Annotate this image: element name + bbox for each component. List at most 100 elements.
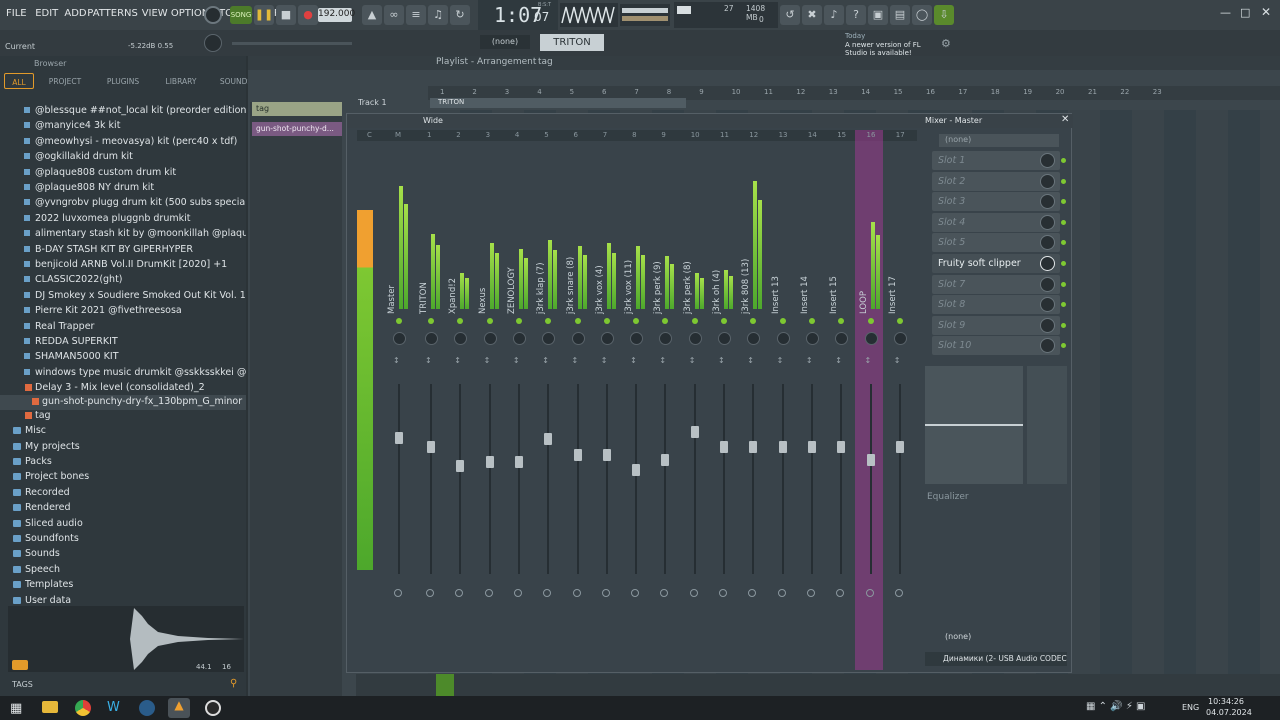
browser-item[interactable]: 2022 luvxomea pluggnb drumkit [0, 212, 246, 227]
browser-folder[interactable]: Misc [0, 424, 246, 439]
stereo-arrows-icon[interactable]: ↕ [894, 356, 901, 365]
chrome-icon[interactable] [75, 700, 91, 716]
browser-item[interactable]: alimentary stash kit by @moonkillah @pla… [0, 227, 246, 242]
file-explorer-icon[interactable] [42, 701, 58, 713]
menu-file[interactable]: FILE [6, 8, 27, 19]
slot-mix-knob[interactable] [1040, 276, 1055, 292]
stereo-arrows-icon[interactable]: ↕ [425, 356, 432, 365]
mute-led[interactable] [691, 318, 698, 324]
stereo-arrows-icon[interactable]: ↕ [454, 356, 461, 365]
eq-graph[interactable] [925, 366, 1023, 484]
preset-selector[interactable]: (none) [939, 134, 1059, 147]
slot-enable-led[interactable] [1061, 322, 1066, 328]
browser-item[interactable]: @manyice4 3k kit [0, 119, 246, 134]
song-mode-toggle[interactable]: SONG [230, 6, 252, 24]
volume-fader[interactable] [573, 449, 582, 461]
volume-fader[interactable] [544, 433, 553, 445]
clock-time[interactable]: 10:34:26 [1208, 697, 1244, 706]
pan-knob[interactable] [571, 332, 585, 345]
output-none[interactable]: (none) [925, 630, 1069, 644]
pan-knob[interactable] [805, 332, 819, 345]
volume-fader[interactable] [720, 441, 728, 453]
menu-view[interactable]: VIEW [142, 8, 168, 19]
record-button[interactable]: ● [298, 5, 318, 25]
close-window-icon[interactable]: ✕ [1261, 5, 1271, 19]
stereo-arrows-icon[interactable]: ↕ [747, 356, 754, 365]
mixer-strip[interactable]: j3rk klap (7) ↕ [534, 134, 562, 664]
stereo-arrows-icon[interactable]: ↕ [542, 356, 549, 365]
browser-item[interactable]: @plaque808 NY drum kit [0, 181, 246, 196]
tray-icons[interactable]: ▦ ⌃ 🔊 ⚡ ▣ [1086, 701, 1145, 712]
record-arm-icon[interactable] [513, 589, 522, 597]
mute-led[interactable] [838, 318, 845, 324]
record-arm-icon[interactable] [543, 589, 552, 597]
master-volume-knob[interactable] [204, 6, 222, 24]
volume-fader[interactable] [807, 441, 816, 453]
render-icon[interactable]: ▤ [890, 5, 910, 25]
metronome-icon[interactable]: ▲ [362, 5, 382, 25]
mute-led[interactable] [867, 318, 874, 324]
browser-tab-plugins[interactable]: PLUGINS [96, 73, 150, 89]
record-arm-icon[interactable] [748, 589, 757, 597]
browser-item[interactable]: @blessque ##not_local kit (preorder edit… [0, 104, 246, 119]
browser-folder[interactable]: My projects [0, 440, 246, 455]
pan-knob[interactable] [718, 332, 731, 345]
fl-studio-taskbar-icon[interactable]: ▲ [168, 698, 190, 718]
pattern-selector[interactable]: (none) [480, 35, 530, 49]
stop-button[interactable]: ■ [276, 5, 296, 25]
play-button[interactable]: ❚❚ [254, 5, 274, 25]
slot-mix-knob[interactable] [1040, 214, 1055, 230]
mute-led[interactable] [750, 318, 757, 324]
volume-fader[interactable] [485, 456, 494, 468]
browser-item[interactable]: benjicold ARNB Vol.II DrumKit [2020] +1 [0, 258, 246, 273]
stereo-arrows-icon[interactable]: ↕ [777, 356, 784, 365]
eq-sliders[interactable] [1027, 366, 1067, 484]
record-arm-icon[interactable] [777, 589, 786, 597]
browser-item[interactable]: DJ Smokey x Soudiere Smoked Out Kit Vol.… [0, 289, 246, 304]
pan-knob[interactable] [425, 332, 438, 345]
mixer-strip[interactable]: Insert 17 ↕ [886, 134, 914, 664]
slot-enable-led[interactable] [1061, 178, 1066, 184]
volume-fader[interactable] [778, 441, 787, 453]
close-mixer-icon[interactable]: ✕ [1061, 114, 1069, 125]
record-arm-icon[interactable] [865, 589, 874, 597]
slot-mix-knob[interactable] [1040, 173, 1055, 189]
clock-date[interactable]: 04.07.2024 [1206, 708, 1252, 717]
stereo-arrows-icon[interactable]: ↕ [630, 356, 637, 365]
mute-led[interactable] [396, 318, 402, 324]
stereo-arrows-icon[interactable]: ↕ [659, 356, 666, 365]
mixer-strip[interactable]: Master ↕ [385, 134, 413, 664]
mixer-strip[interactable]: ZENOLOGY ↕ [505, 134, 533, 664]
browser-item[interactable]: REDDA SUPERKIT [0, 335, 246, 350]
hint-knob-icon[interactable] [204, 34, 222, 52]
mixer-strip[interactable]: j3rk oh (4) ↕ [710, 134, 738, 664]
mic-icon[interactable]: ♪ [824, 5, 844, 25]
news-panel[interactable]: Today A newer version of FL Studio is av… [845, 32, 953, 57]
slot-enable-led[interactable] [1061, 281, 1066, 287]
volume-fader[interactable] [837, 441, 846, 453]
step-edit-icon[interactable]: ♫ [428, 5, 448, 25]
pan-knob[interactable] [512, 332, 526, 345]
export-icon[interactable]: ⇩ [934, 5, 954, 25]
app-w-icon[interactable]: W [107, 700, 120, 715]
browser-item[interactable]: windows type music drumkit @sskksskkei @… [0, 366, 246, 381]
pan-knob[interactable] [659, 332, 673, 345]
browser-item[interactable]: SHAMAN5000 KIT [0, 350, 246, 365]
stereo-arrows-icon[interactable]: ↕ [835, 356, 842, 365]
browser-folder[interactable]: Sliced audio [0, 517, 246, 532]
mute-led[interactable] [486, 318, 493, 324]
pan-knob[interactable] [688, 332, 702, 345]
browser-item[interactable]: CLASSIC2022(ght) [0, 273, 246, 288]
mute-led[interactable] [574, 318, 581, 324]
undo-icon[interactable]: ↺ [780, 5, 800, 25]
mixer-strip[interactable]: Insert 13 ↕ [769, 134, 797, 664]
record-arm-icon[interactable] [689, 589, 698, 597]
project-item[interactable]: gun-shot-punchy-dry-fx_130bpm_G_minor [0, 395, 246, 411]
mixer-strip[interactable]: Nexus ↕ [476, 134, 504, 664]
volume-fader[interactable] [632, 464, 641, 476]
mute-led[interactable] [515, 318, 522, 324]
mute-led[interactable] [545, 318, 552, 324]
volume-fader[interactable] [866, 454, 875, 466]
wait-input-icon[interactable]: ∞ [384, 5, 404, 25]
master-pitch-slider[interactable] [620, 4, 670, 26]
